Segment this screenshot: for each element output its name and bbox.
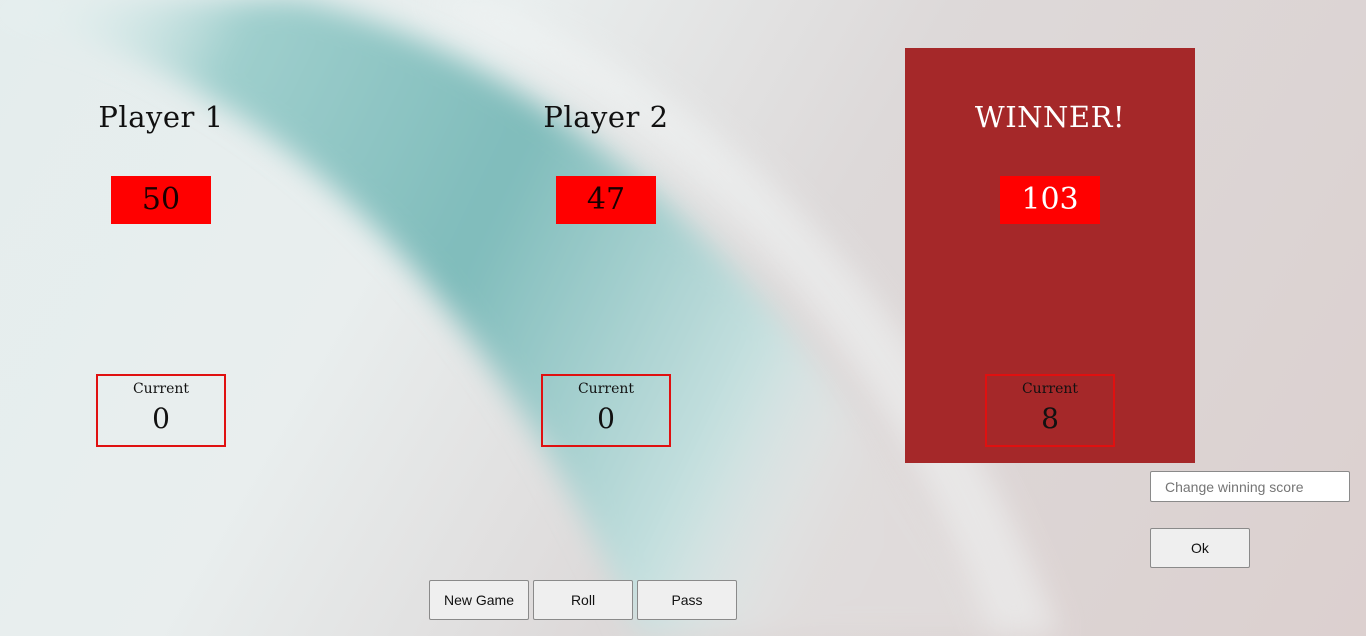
roll-button[interactable]: Roll	[533, 580, 633, 620]
player-2-name: Player 2	[543, 100, 669, 134]
winner-current-box: Current 8	[985, 374, 1115, 447]
player-2-current-value: 0	[597, 402, 615, 435]
player-1-name: Player 1	[98, 100, 224, 134]
player-2-current-label: Current	[577, 381, 635, 397]
player-2-total-score: 47	[556, 176, 656, 224]
ok-button[interactable]: Ok	[1150, 528, 1250, 568]
winner-title: WINNER!	[974, 100, 1126, 134]
pass-button[interactable]: Pass	[637, 580, 737, 620]
winner-total-score: 103	[1000, 176, 1100, 224]
player-2-panel: Player 2 47 Current 0	[461, 48, 751, 463]
player-2-current-box: Current 0	[541, 374, 671, 447]
winner-current-label: Current	[1021, 381, 1079, 397]
player-1-total-score: 50	[111, 176, 211, 224]
winning-score-input[interactable]	[1150, 471, 1350, 502]
winner-current-value: 8	[1041, 402, 1059, 435]
new-game-button[interactable]: New Game	[429, 580, 529, 620]
winner-panel: WINNER! 103 Current 8	[905, 48, 1195, 463]
player-1-current-value: 0	[152, 402, 170, 435]
player-1-panel: Player 1 50 Current 0	[16, 48, 306, 463]
player-1-current-label: Current	[132, 381, 190, 397]
player-1-current-box: Current 0	[96, 374, 226, 447]
